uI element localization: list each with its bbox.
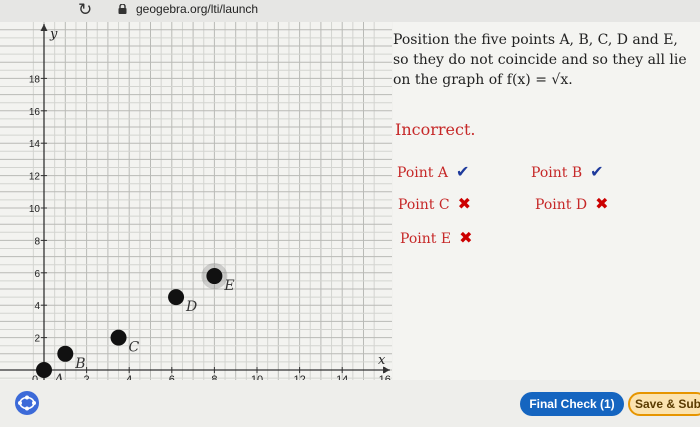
browser-bar: ↻ geogebra.org/lti/launch [0, 0, 700, 22]
reload-icon[interactable]: ↻ [78, 0, 92, 20]
status-point-e: Point E ✖ [400, 228, 472, 247]
status-point-d: Point D ✖ [535, 194, 608, 213]
point-d-label: D [185, 299, 197, 315]
point-a[interactable] [36, 362, 52, 378]
task-panel: Position the five points A, B, C, D and … [393, 22, 700, 380]
point-c[interactable] [110, 329, 127, 346]
geogebra-logo-icon[interactable] [14, 390, 40, 416]
point-e[interactable] [206, 268, 223, 285]
status-point-c: Point C ✖ [398, 194, 471, 213]
point-b[interactable] [57, 345, 74, 362]
point-b-label: B [74, 356, 85, 372]
y-tick-label: 10 [29, 204, 41, 215]
status-label: Point A [397, 165, 448, 181]
y-axis-label: y [49, 27, 58, 42]
x-axis-label: x [378, 353, 386, 368]
save-submit-button[interactable]: Save & Sub [628, 392, 700, 416]
y-tick-label: 18 [29, 74, 41, 85]
lock-icon [118, 4, 127, 14]
status-label: Point E [400, 231, 452, 247]
url-text[interactable]: geogebra.org/lti/launch [136, 2, 258, 16]
feedback-text: Incorrect. [395, 120, 476, 139]
y-tick-label: 8 [34, 236, 40, 247]
point-c-label: C [129, 340, 140, 356]
point-a-label: A [52, 372, 64, 380]
coordinate-grid[interactable]: 2 4 6 8 10 12 14 16181614121086420xyABCDE [0, 22, 392, 380]
y-tick-label: 2 [34, 334, 40, 345]
y-tick-label: 4 [34, 301, 40, 312]
status-label: Point C [398, 197, 450, 213]
task-text: Position the five points A, B, C, D and … [393, 32, 687, 88]
final-check-button[interactable]: Final Check (1) [520, 392, 624, 416]
cross-icon: ✖ [457, 194, 471, 213]
geogebra-app: 2 4 6 8 10 12 14 16 18 16 14 12 10 8 6 4 2 0 x y A B C D E Posit… [0, 22, 700, 427]
point-e-label: E [223, 278, 234, 294]
check-icon: ✔ [590, 162, 604, 181]
point-d[interactable] [168, 289, 185, 306]
bottom-bar: Final Check (1) Save & Sub [0, 380, 700, 427]
status-label: Point B [531, 165, 583, 181]
check-icon: ✔ [455, 162, 470, 181]
y-tick-label: 14 [29, 139, 41, 150]
graphics-view[interactable]: 2 4 6 8 10 12 14 16 18 16 14 12 10 8 6 4 2 0 x y A B C D E [0, 22, 392, 380]
y-tick-label: 16 [29, 107, 41, 118]
y-tick-label: 12 [29, 172, 41, 183]
cross-icon: ✖ [595, 194, 609, 213]
status-point-b: Point B ✔ [531, 162, 604, 181]
y-tick-label: 6 [34, 269, 40, 280]
status-point-a: Point A ✔ [397, 162, 469, 181]
cross-icon: ✖ [459, 228, 473, 247]
status-label: Point D [535, 197, 588, 213]
graph-background [0, 22, 392, 380]
